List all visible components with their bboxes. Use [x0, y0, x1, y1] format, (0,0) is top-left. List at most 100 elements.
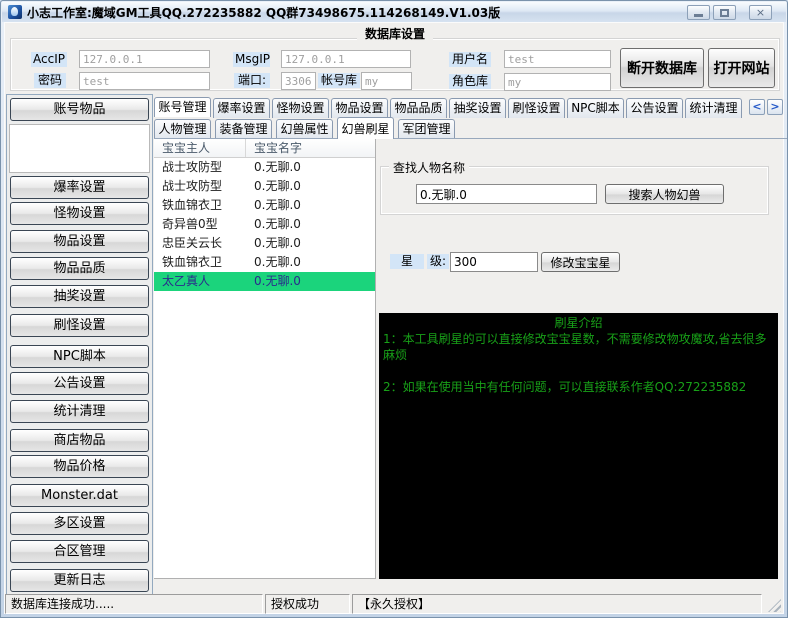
tab-drop-rate[interactable]: 爆率设置 [213, 98, 270, 118]
pet-owner-cell: 铁血锦衣卫 [154, 253, 246, 272]
console-line-1: 1：本工具刷星的可以直接修改宝宝星数，不需要修改物攻魔攻,省去很多麻烦 [383, 331, 774, 363]
sidebar-item-lottery-settings[interactable]: 抽奖设置 [10, 285, 149, 308]
status-license: 【永久授权】 [352, 594, 762, 614]
account-db-input[interactable] [361, 72, 412, 90]
star-label: 星 [390, 254, 424, 269]
disconnect-db-button[interactable]: 断开数据库 [620, 48, 704, 88]
pet-list-row-selected[interactable]: 太乙真人 0.无聊.0 [154, 272, 375, 291]
sidebar-item-shop-items[interactable]: 商店物品 [10, 429, 149, 452]
tab-lottery-settings[interactable]: 抽奖设置 [449, 98, 506, 118]
level-label: 级: [427, 254, 449, 269]
pet-name-cell: 0.无聊.0 [246, 253, 375, 272]
password-input[interactable] [79, 72, 210, 90]
search-character-group: 查找人物名称 搜索人物幻兽 [380, 166, 769, 215]
app-window: 小志工作室:魔域GM工具QQ.272235882 QQ群73498675.114… [0, 0, 788, 618]
tab-scroll-right-button[interactable]: > [767, 99, 783, 115]
pet-name-cell: 0.无聊.0 [246, 196, 375, 215]
sidebar-item-stats-cleanup[interactable]: 统计清理 [10, 400, 149, 423]
window-title: 小志工作室:魔域GM工具QQ.272235882 QQ群73498675.114… [27, 4, 500, 21]
sidebar-item-announcement[interactable]: 公告设置 [10, 372, 149, 395]
sidebar-item-monster-dat[interactable]: Monster.dat [10, 484, 149, 507]
tab-monster-settings[interactable]: 怪物设置 [272, 98, 329, 118]
status-db-connection: 数据库连接成功..... [5, 594, 263, 614]
account-db-label: 帐号库 [318, 73, 360, 88]
pet-list-row[interactable]: 战士攻防型 0.无聊.0 [154, 158, 375, 177]
tab-pet-attributes[interactable]: 幻兽属性 [276, 119, 333, 139]
tab-item-settings[interactable]: 物品设置 [331, 98, 388, 118]
tab-character-manage[interactable]: 人物管理 [154, 119, 211, 139]
port-label: 端口: [234, 73, 270, 88]
column-header-pet-name[interactable]: 宝宝名字 [246, 139, 375, 157]
pet-owner-cell: 奇异兽0型 [154, 215, 246, 234]
msgip-input[interactable] [281, 50, 411, 68]
console-line-2: 2：如果在使用当中有任何问题，可以直接联系作者QQ:272235882 [383, 379, 774, 395]
pet-list-header: 宝宝主人 宝宝名字 [154, 139, 375, 158]
sidebar-item-npc-script[interactable]: NPC脚本 [10, 345, 149, 368]
tab-npc-script[interactable]: NPC脚本 [567, 98, 624, 118]
pet-owner-cell: 战士攻防型 [154, 177, 246, 196]
password-label: 密码 [34, 73, 66, 88]
sidebar-item-spawn-settings[interactable]: 刷怪设置 [10, 314, 149, 337]
role-db-input[interactable] [504, 73, 611, 91]
tab-legion-manage[interactable]: 军团管理 [398, 119, 455, 139]
tab-account-manage[interactable]: 账号管理 [154, 97, 211, 117]
column-header-owner[interactable]: 宝宝主人 [154, 139, 246, 157]
search-character-input[interactable] [416, 184, 597, 204]
db-settings-caption: 数据库设置 [357, 25, 433, 42]
username-label: 用户名 [449, 52, 491, 67]
titlebar[interactable]: 小志工作室:魔域GM工具QQ.272235882 QQ群73498675.114… [2, 2, 786, 22]
help-console: 刷星介绍 1：本工具刷星的可以直接修改宝宝星数，不需要修改物攻魔攻,省去很多麻烦… [379, 313, 778, 579]
resize-grip[interactable] [768, 599, 781, 612]
sidebar-item-account-items[interactable]: 账号物品 [10, 98, 149, 121]
tab-announcement[interactable]: 公告设置 [626, 98, 683, 118]
sidebar-item-merge-zone[interactable]: 合区管理 [10, 540, 149, 563]
star-level-input[interactable] [450, 252, 538, 272]
minimize-button[interactable] [687, 5, 710, 20]
tab-scroll-left-button[interactable]: < [749, 99, 765, 115]
pet-list-row[interactable]: 铁血锦衣卫 0.无聊.0 [154, 196, 375, 215]
modify-pet-star-button[interactable]: 修改宝宝星 [541, 252, 620, 272]
pet-name-cell: 0.无聊.0 [246, 234, 375, 253]
pet-name-cell: 0.无聊.0 [246, 177, 375, 196]
pet-name-cell: 0.无聊.0 [246, 272, 375, 291]
pet-name-cell: 0.无聊.0 [246, 215, 375, 234]
sidebar-item-update-log[interactable]: 更新日志 [10, 569, 149, 592]
sidebar-item-drop-rate[interactable]: 爆率设置 [10, 176, 149, 199]
sidebar-item-item-quality[interactable]: 物品品质 [10, 257, 149, 280]
main-area: 数据库设置 AccIP MsgIP 用户名 密码 端口: 帐号库 角色库 断开数… [4, 22, 784, 614]
sidebar-item-item-price[interactable]: 物品价格 [10, 455, 149, 478]
sidebar-item-item-settings[interactable]: 物品设置 [10, 230, 149, 253]
pet-list: 宝宝主人 宝宝名字 战士攻防型 0.无聊.0 战士攻防型 0.无聊.0 铁血锦衣… [154, 139, 376, 579]
pet-owner-cell: 战士攻防型 [154, 158, 246, 177]
search-character-caption: 查找人物名称 [389, 159, 469, 176]
role-db-label: 角色库 [449, 74, 491, 89]
msgip-label: MsgIP [233, 52, 270, 67]
search-pet-button[interactable]: 搜索人物幻兽 [605, 184, 724, 204]
tab-stats-cleanup[interactable]: 统计清理 [685, 98, 742, 118]
tab-pet-star[interactable]: 幻兽刷星 [337, 117, 394, 139]
db-settings-group: 数据库设置 AccIP MsgIP 用户名 密码 端口: 帐号库 角色库 断开数… [10, 38, 780, 91]
tab-spawn-settings[interactable]: 刷怪设置 [508, 98, 565, 118]
close-button[interactable]: × [749, 5, 772, 20]
tab-equipment-manage[interactable]: 装备管理 [215, 119, 272, 139]
sidebar: 账号物品 爆率设置 怪物设置 物品设置 物品品质 抽奖设置 刷怪设置 NPC脚本… [6, 94, 153, 595]
sidebar-blank-panel [9, 124, 150, 173]
port-input[interactable] [281, 72, 316, 90]
sidebar-item-multi-zone[interactable]: 多区设置 [10, 512, 149, 535]
pet-owner-cell: 铁血锦衣卫 [154, 196, 246, 215]
app-icon [8, 5, 22, 19]
open-website-button[interactable]: 打开网站 [708, 48, 775, 88]
username-input[interactable] [504, 50, 611, 68]
maximize-button[interactable] [713, 5, 736, 20]
accip-label: AccIP [31, 52, 67, 67]
pet-list-row[interactable]: 铁血锦衣卫 0.无聊.0 [154, 253, 375, 272]
status-auth: 授权成功 [265, 594, 350, 614]
pet-list-row[interactable]: 忠臣关云长 0.无聊.0 [154, 234, 375, 253]
console-title: 刷星介绍 [383, 315, 774, 331]
pet-list-row[interactable]: 奇异兽0型 0.无聊.0 [154, 215, 375, 234]
pet-name-cell: 0.无聊.0 [246, 158, 375, 177]
pet-list-row[interactable]: 战士攻防型 0.无聊.0 [154, 177, 375, 196]
tab-item-quality[interactable]: 物品品质 [390, 98, 447, 118]
accip-input[interactable] [79, 50, 210, 68]
sidebar-item-monster-settings[interactable]: 怪物设置 [10, 202, 149, 225]
